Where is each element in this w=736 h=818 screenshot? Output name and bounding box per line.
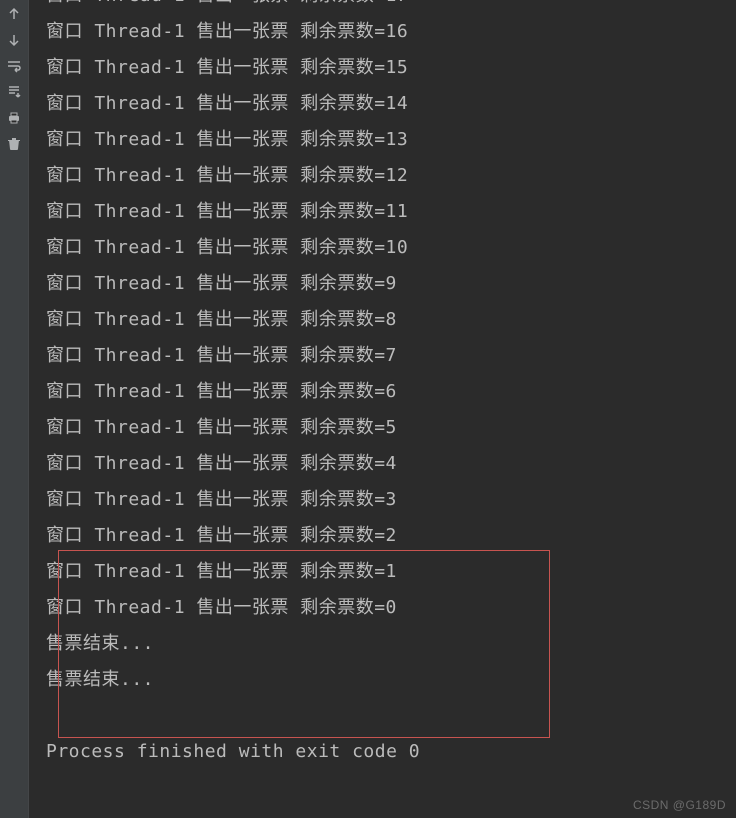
console-line: 窗口 Thread-1 售出一张票 剩余票数=17 — [46, 0, 736, 14]
console-line: 窗口 Thread-1 售出一张票 剩余票数=14 — [46, 86, 736, 122]
soft-wrap-icon[interactable] — [6, 58, 22, 74]
console-gutter — [0, 0, 28, 818]
print-icon[interactable] — [6, 110, 22, 126]
console-line: 窗口 Thread-1 售出一张票 剩余票数=5 — [46, 410, 736, 446]
trash-icon[interactable] — [6, 136, 22, 152]
process-exit-line: Process finished with exit code 0 — [46, 734, 736, 770]
console-line: 窗口 Thread-1 售出一张票 剩余票数=12 — [46, 158, 736, 194]
console-line: 窗口 Thread-1 售出一张票 剩余票数=0 — [46, 590, 736, 626]
console-line: 窗口 Thread-1 售出一张票 剩余票数=10 — [46, 230, 736, 266]
csdn-watermark: CSDN @G189D — [633, 798, 726, 812]
console-line: 窗口 Thread-1 售出一张票 剩余票数=16 — [46, 14, 736, 50]
console-end-line: 售票结束... — [46, 626, 736, 662]
arrow-down-icon[interactable] — [6, 32, 22, 48]
scroll-to-end-icon[interactable] — [6, 84, 22, 100]
console-end-line: 售票结束... — [46, 662, 736, 698]
console-line: 窗口 Thread-1 售出一张票 剩余票数=1 — [46, 554, 736, 590]
console-line: 窗口 Thread-1 售出一张票 剩余票数=9 — [46, 266, 736, 302]
console-output: 窗口 Thread-1 售出一张票 剩余票数=17窗口 Thread-1 售出一… — [28, 0, 736, 818]
console-line: 窗口 Thread-1 售出一张票 剩余票数=2 — [46, 518, 736, 554]
console-line: 窗口 Thread-1 售出一张票 剩余票数=8 — [46, 302, 736, 338]
console-line: 窗口 Thread-1 售出一张票 剩余票数=13 — [46, 122, 736, 158]
console-line: 窗口 Thread-1 售出一张票 剩余票数=3 — [46, 482, 736, 518]
console-line: 窗口 Thread-1 售出一张票 剩余票数=7 — [46, 338, 736, 374]
console-line: 窗口 Thread-1 售出一张票 剩余票数=15 — [46, 50, 736, 86]
arrow-up-icon[interactable] — [6, 6, 22, 22]
console-line: 窗口 Thread-1 售出一张票 剩余票数=4 — [46, 446, 736, 482]
console-line: 窗口 Thread-1 售出一张票 剩余票数=6 — [46, 374, 736, 410]
console-line: 窗口 Thread-1 售出一张票 剩余票数=11 — [46, 194, 736, 230]
